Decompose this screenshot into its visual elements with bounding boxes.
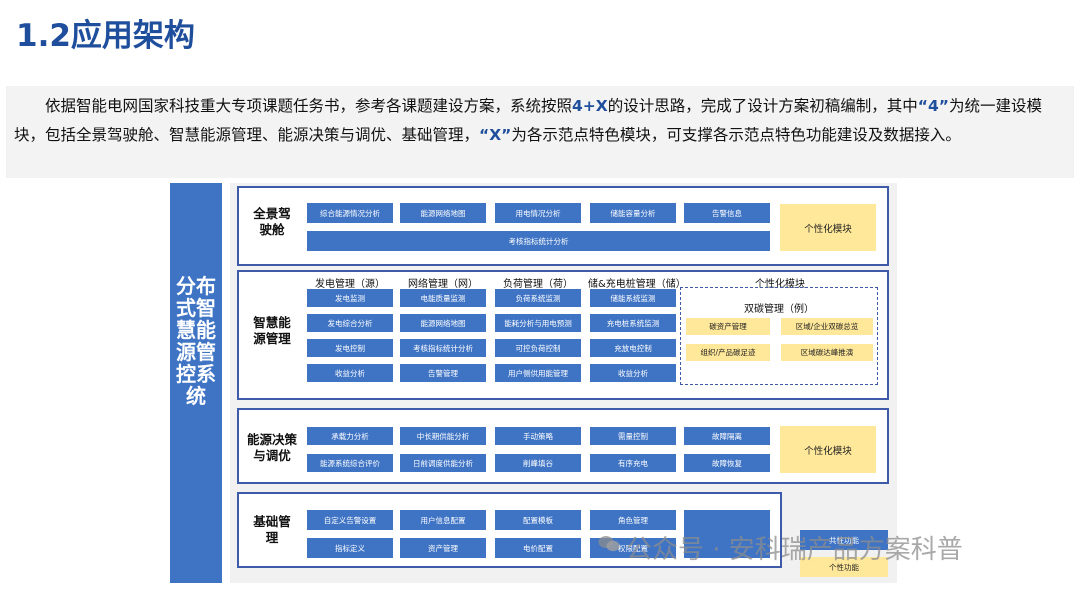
- cockpit-cell: 能源网络地图: [400, 203, 486, 223]
- energy-cell: 能耗分析与用电预测: [495, 314, 581, 332]
- watermark-text: 公众号 · 安科瑞产品方案科普: [626, 535, 963, 565]
- basic-cell: 自定义告警设置: [307, 510, 393, 530]
- cockpit-cell: 综合能源情况分析: [307, 203, 393, 223]
- decision-cell: 承载力分析: [307, 427, 393, 445]
- energy-col-header: 网络管理（网）: [408, 279, 478, 290]
- energy-cell: 收益分析: [590, 364, 676, 382]
- panel-decision-label: 能源决策与调优: [247, 432, 298, 463]
- energy-cell: 告警管理: [400, 364, 486, 382]
- basic-cell: 配置模板: [495, 510, 581, 530]
- energy-cell: 充放电控制: [590, 339, 676, 357]
- energy-cell: 充电桩系统监测: [590, 314, 676, 332]
- decision-custom-module: 个性化模块: [780, 426, 876, 473]
- carbon-cell: 组织/产品碳足迹: [686, 344, 770, 361]
- basic-cell: 指标定义: [307, 538, 393, 558]
- decision-cell: 能源系统综合评价: [307, 454, 393, 472]
- energy-cell: 发电综合分析: [307, 314, 393, 332]
- decision-cell: 故障恢复: [684, 454, 770, 472]
- decision-cell: 需量控制: [590, 427, 676, 445]
- page-title: 1.2应用架构: [16, 18, 195, 54]
- cockpit-cell: 储能容量分析: [590, 203, 676, 223]
- energy-cell: 发电监测: [307, 289, 393, 307]
- cockpit-cell: 用电情况分析: [495, 203, 581, 223]
- panel-energy-label: 智慧能源管理: [253, 315, 291, 346]
- cockpit-custom-module: 个性化模块: [780, 204, 876, 251]
- decision-cell: 中长期供能分析: [400, 427, 486, 445]
- decision-cell: 日前调度供能分析: [400, 454, 486, 472]
- system-label: 分布式智慧能源管控系统: [176, 274, 216, 408]
- decision-cell: 手动策略: [495, 427, 581, 445]
- energy-cell: 可控负荷控制: [495, 339, 581, 357]
- decision-cell: 有序充电: [590, 454, 676, 472]
- carbon-management-title: 双碳管理（例）: [744, 304, 814, 315]
- energy-col-header: 负荷管理（荷）: [503, 279, 573, 290]
- panel-cockpit-label: 全景驾驶舱: [253, 206, 291, 237]
- wechat-icon: [598, 536, 620, 552]
- energy-cell: 负荷系统监测: [495, 289, 581, 307]
- decision-cell: 削峰填谷: [495, 454, 581, 472]
- carbon-cell: 区域/企业双碳总览: [781, 318, 873, 335]
- intro-paragraph: 依据智能电网国家科技重大专项课题任务书，参考各课题建设方案，系统按照4+X的设计…: [14, 97, 1042, 144]
- basic-cell: 用户信息配置: [400, 510, 486, 530]
- basic-cell: 资产管理: [400, 538, 486, 558]
- panel-basic-label: 基础管理: [253, 514, 291, 545]
- energy-cell: 用户侧供用能管理: [495, 364, 581, 382]
- intro-paragraph-box: 依据智能电网国家科技重大专项课题任务书，参考各课题建设方案，系统按照4+X的设计…: [6, 86, 1074, 178]
- energy-col-header: 发电管理（源）: [315, 279, 385, 290]
- basic-cell: 电价配置: [495, 538, 581, 558]
- carbon-cell: 碳资产管理: [686, 318, 770, 335]
- basic-cell: 角色管理: [590, 510, 676, 530]
- energy-cell: 收益分析: [307, 364, 393, 382]
- energy-cell: 发电控制: [307, 339, 393, 357]
- cockpit-cell: 告警信息: [684, 203, 770, 223]
- energy-cell: 能源网络地图: [400, 314, 486, 332]
- energy-cell: 考核指标统计分析: [400, 339, 486, 357]
- energy-col-header: 储&充电桩管理（储）: [588, 279, 686, 290]
- carbon-cell: 区域碳达峰推演: [781, 344, 873, 361]
- energy-cell: 储能系统监测: [590, 289, 676, 307]
- decision-cell: 故障隔离: [684, 427, 770, 445]
- energy-cell: 电能质量监测: [400, 289, 486, 307]
- system-side-bar: 分布式智慧能源管控系统: [170, 183, 222, 583]
- cockpit-wide-cell: 考核指标统计分析: [307, 231, 770, 251]
